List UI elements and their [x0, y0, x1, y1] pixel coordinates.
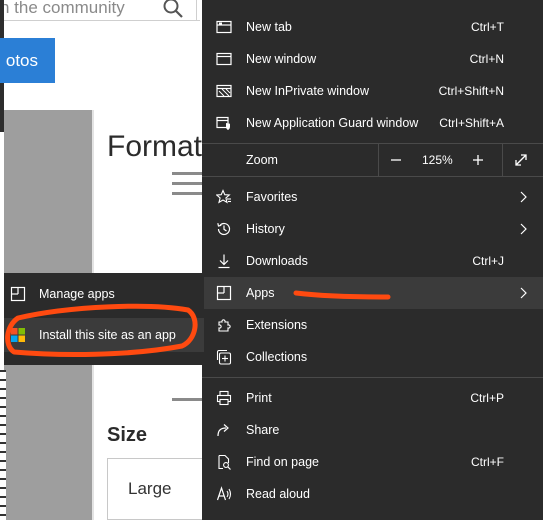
downloads-label: Downloads: [246, 254, 308, 268]
manage-apps-icon: [10, 286, 26, 302]
size-select-value: Large: [128, 479, 172, 498]
zoom-out-button[interactable]: [388, 152, 404, 168]
browser-settings-menu: New tab Ctrl+T New window Ctrl+N New InP…: [202, 0, 543, 520]
menu-item-print[interactable]: Print Ctrl+P: [202, 382, 543, 414]
chevron-right-icon: [518, 189, 528, 205]
format-heading: Format: [107, 130, 203, 163]
download-icon: [216, 253, 232, 269]
chevron-right-icon: [518, 285, 528, 301]
left-edge-strip: [0, 370, 6, 520]
find-on-page-label: Find on page: [246, 455, 319, 469]
photos-button[interactable]: otos: [0, 38, 55, 83]
search-placeholder: h the community: [0, 0, 125, 17]
zoom-divider: [378, 144, 379, 176]
manage-apps-label: Manage apps: [39, 287, 115, 301]
extensions-puzzle-icon: [216, 317, 232, 333]
history-label: History: [246, 222, 285, 236]
menu-item-favorites[interactable]: Favorites: [202, 181, 543, 213]
menu-item-new-inprivate-window[interactable]: New InPrivate window Ctrl+Shift+N: [202, 75, 543, 107]
menu-item-new-window[interactable]: New window Ctrl+N: [202, 43, 543, 75]
new-window-label: New window: [246, 52, 317, 66]
apps-submenu: Manage apps Install this site as an app: [4, 273, 204, 365]
menu-item-new-application-guard-window[interactable]: New Application Guard window Ctrl+Shift+…: [202, 107, 543, 139]
favorites-star-icon: [216, 189, 232, 205]
collections-label: Collections: [246, 350, 308, 364]
zoom-label: Zoom: [246, 153, 278, 167]
new-inprivate-shortcut: Ctrl+Shift+N: [438, 84, 504, 98]
apps-label: Apps: [246, 286, 275, 300]
new-guard-shortcut: Ctrl+Shift+A: [439, 116, 504, 130]
new-window-icon: [216, 51, 232, 67]
menu-item-new-tab[interactable]: New tab Ctrl+T: [202, 11, 543, 43]
menu-item-history[interactable]: History: [202, 213, 543, 245]
zoom-level: 125%: [422, 153, 453, 167]
print-shortcut: Ctrl+P: [470, 391, 504, 405]
history-clock-icon: [216, 221, 232, 237]
search-divider: [196, 0, 197, 20]
menu-item-apps[interactable]: Apps: [202, 277, 543, 309]
find-on-page-icon: [216, 454, 232, 470]
align-lines-icon[interactable]: [172, 172, 202, 202]
menu-item-read-aloud[interactable]: Read aloud: [202, 478, 543, 510]
apps-icon: [216, 285, 232, 301]
collections-icon: [216, 349, 232, 365]
new-inprivate-label: New InPrivate window: [246, 84, 369, 98]
read-aloud-icon: [216, 486, 232, 502]
read-aloud-label: Read aloud: [246, 487, 310, 501]
zoom-divider-2: [502, 144, 503, 176]
share-label: Share: [246, 423, 280, 437]
community-search-box[interactable]: h the community: [0, 0, 200, 21]
new-tab-shortcut: Ctrl+T: [471, 20, 504, 34]
find-on-page-shortcut: Ctrl+F: [471, 455, 504, 469]
new-tab-icon: [216, 19, 232, 35]
separator-bar: [172, 398, 202, 401]
menu-item-extensions[interactable]: Extensions: [202, 309, 543, 341]
fullscreen-expand-icon[interactable]: [513, 152, 529, 168]
extensions-label: Extensions: [246, 318, 308, 332]
chevron-right-icon: [518, 221, 528, 237]
size-select[interactable]: Large: [107, 458, 207, 520]
new-guard-label: New Application Guard window: [246, 116, 419, 130]
zoom-in-button[interactable]: [470, 152, 486, 168]
install-site-label: Install this site as an app: [39, 328, 176, 342]
menu-item-share[interactable]: Share: [202, 414, 543, 446]
inprivate-icon: [216, 83, 232, 99]
menu-separator: [202, 176, 543, 177]
search-icon[interactable]: [162, 0, 184, 19]
panel-spacer: [4, 84, 92, 110]
windows-logo-icon: [10, 327, 26, 343]
menu-item-collections[interactable]: Collections: [202, 341, 543, 373]
photos-button-label: otos: [5, 50, 38, 70]
size-label: Size: [107, 424, 148, 446]
printer-icon: [216, 390, 232, 406]
menu-item-downloads[interactable]: Downloads Ctrl+J: [202, 245, 543, 277]
menu-item-find-on-page[interactable]: Find on page Ctrl+F: [202, 446, 543, 478]
zoom-row: Zoom 125%: [202, 144, 543, 176]
share-icon: [216, 422, 232, 438]
submenu-item-manage-apps[interactable]: Manage apps: [4, 277, 204, 311]
submenu-item-install-site-as-app[interactable]: Install this site as an app: [4, 318, 204, 352]
favorites-label: Favorites: [246, 190, 298, 204]
application-guard-icon: [216, 115, 232, 131]
menu-separator: [202, 377, 543, 378]
new-window-shortcut: Ctrl+N: [469, 52, 504, 66]
new-tab-label: New tab: [246, 20, 292, 34]
downloads-shortcut: Ctrl+J: [472, 254, 504, 268]
print-label: Print: [246, 391, 272, 405]
